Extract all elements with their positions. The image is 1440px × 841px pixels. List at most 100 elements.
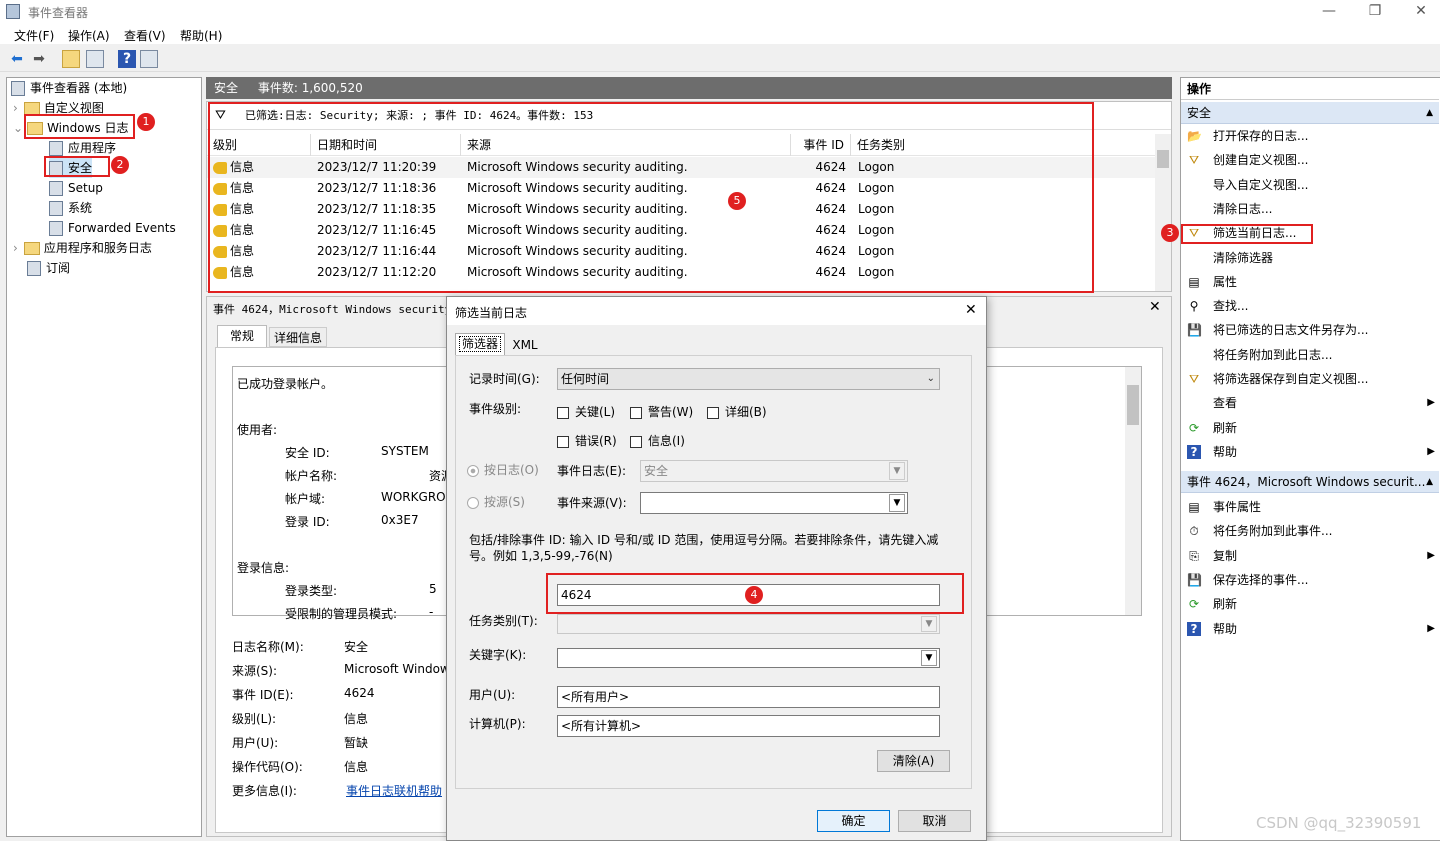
tree-security[interactable]: 安全 <box>49 158 93 178</box>
table-row[interactable]: 信息 2023/12/7 11:16:45 Microsoft Windows se… <box>207 220 1157 241</box>
action-item[interactable]: 💾 保存选择的事件... <box>1181 568 1439 592</box>
forward-icon[interactable]: ➡ <box>30 50 48 68</box>
help-icon[interactable]: ? <box>118 50 136 68</box>
actions-section-security[interactable]: 安全 ▲ <box>1181 102 1439 124</box>
cell-task-category-text: Logon <box>858 244 895 258</box>
section-event-label: 事件 4624，Microsoft Windows securit... <box>1187 475 1426 489</box>
tree-forwarded-events[interactable]: Forwarded Events <box>49 218 176 238</box>
verbose-checkbox[interactable]: 详细(B) <box>707 404 767 420</box>
actions-panel: 操作 安全 ▲ 📂 打开保存的日志... ⛛ 创建自定义视图... 导入自定义视图... 清… <box>1180 77 1440 841</box>
actions-section-event[interactable]: 事件 4624，Microsoft Windows securit... ▲ <box>1181 471 1439 493</box>
event-viewer-icon <box>11 81 25 96</box>
tree-windows-logs[interactable]: ⌄ Windows 日志 <box>13 118 128 138</box>
table-row[interactable]: 信息 2023/12/7 11:18:35 Microsoft Windows se… <box>207 199 1157 220</box>
chevron-right-icon: › <box>13 241 18 255</box>
col-event-id[interactable]: 事件 ID <box>791 134 851 156</box>
cell-task-category-text: Logon <box>858 265 895 279</box>
scroll-thumb[interactable] <box>1127 385 1139 425</box>
tab-xml[interactable]: XML <box>507 335 543 355</box>
action-item[interactable]: ▤ 事件属性 <box>1181 495 1439 519</box>
computer-filter-input[interactable]: <所有计算机> <box>557 715 940 737</box>
tab-general[interactable]: 常规 <box>217 325 267 347</box>
action-item[interactable]: ▤ 属性 <box>1181 270 1439 294</box>
action-item[interactable]: ⟳ 刷新 <box>1181 416 1439 440</box>
col-datetime[interactable]: 日期和时间 <box>311 134 461 156</box>
list-scrollbar[interactable] <box>1155 134 1171 291</box>
action-item[interactable]: 📂 打开保存的日志... <box>1181 124 1439 148</box>
cell-task-category: Logon <box>858 262 894 283</box>
event-source-select[interactable]: ▼ <box>640 492 908 514</box>
back-icon[interactable]: ⬅ <box>8 50 26 68</box>
event-log-select[interactable]: 安全 ▼ <box>640 460 908 482</box>
action-item[interactable]: 清除筛选器 <box>1181 246 1439 270</box>
action-item[interactable]: ? 帮助 ▶ <box>1181 617 1439 641</box>
close-detail-icon[interactable]: ✕ <box>1149 299 1161 315</box>
col-level[interactable]: 级别 <box>207 134 311 156</box>
action-item[interactable]: ? 帮助 ▶ <box>1181 440 1439 464</box>
information-checkbox[interactable]: 信息(I) <box>630 433 685 449</box>
action-item[interactable]: ⟳ 刷新 <box>1181 592 1439 616</box>
table-row[interactable]: 信息 2023/12/7 11:18:36 Microsoft Windows se… <box>207 178 1157 199</box>
action-item[interactable]: ⛛ 创建自定义视图... <box>1181 148 1439 172</box>
col-task-category[interactable]: 任务类别 <box>851 134 1157 156</box>
tree-system[interactable]: 系统 <box>49 198 92 218</box>
action-item[interactable]: ⎘ 复制 ▶ <box>1181 544 1439 568</box>
cancel-button[interactable]: 取消 <box>898 810 971 832</box>
tree-root[interactable]: 事件查看器 (本地) <box>11 78 127 98</box>
logged-select[interactable]: 任何时间 ⌄ <box>557 368 940 390</box>
menu-help[interactable]: 帮助(H) <box>180 27 222 44</box>
action-item[interactable]: 清除日志... <box>1181 197 1439 221</box>
action-item[interactable]: ⛛ 筛选当前日志... <box>1181 221 1439 245</box>
cell-task-category: Logon <box>858 241 894 262</box>
menu-view[interactable]: 查看(V) <box>124 27 166 44</box>
tab-details[interactable]: 详细信息 <box>269 327 327 347</box>
cell-task-category-text: Logon <box>858 223 895 237</box>
message-scrollbar[interactable] <box>1125 367 1141 615</box>
maximize-button[interactable]: ❐ <box>1352 0 1398 24</box>
table-row[interactable]: 信息 2023/12/7 11:20:39 Microsoft Windows se… <box>207 157 1157 178</box>
action-item[interactable]: 💾 将已筛选的日志文件另存为... <box>1181 318 1439 342</box>
critical-checkbox[interactable]: 关键(L) <box>557 404 615 420</box>
action-item[interactable]: 导入自定义视图... <box>1181 173 1439 197</box>
logon-type-label: 登录类型: <box>285 584 338 598</box>
minimize-button[interactable]: — <box>1306 0 1352 24</box>
close-button[interactable]: ✕ <box>1398 0 1440 24</box>
tree-app-service-logs[interactable]: › 应用程序和服务日志 <box>13 238 152 258</box>
table-row[interactable]: 信息 2023/12/7 11:12:20 Microsoft Windows se… <box>207 262 1157 283</box>
action-item[interactable]: ⏱ 将任务附加到此事件... <box>1181 519 1439 543</box>
tree-setup[interactable]: Setup <box>49 178 103 198</box>
col-source[interactable]: 来源 <box>461 134 791 156</box>
action-item[interactable]: ⛛ 将筛选器保存到自定义视图... <box>1181 367 1439 391</box>
refresh-icon: ⟳ <box>1188 420 1200 435</box>
action-item[interactable]: 将任务附加到此日志... <box>1181 343 1439 367</box>
more-info-label: 更多信息(I): <box>232 784 297 798</box>
action-item[interactable]: 查看 ▶ <box>1181 391 1439 415</box>
logged-label: 记录时间(G): <box>469 372 540 386</box>
show-action-pane-icon[interactable] <box>140 50 158 68</box>
online-help-link[interactable]: 事件日志联机帮助 <box>346 782 442 799</box>
scroll-thumb[interactable] <box>1157 150 1169 168</box>
menu-action[interactable]: 操作(A) <box>68 27 110 44</box>
task-category-select[interactable]: ▼ <box>557 614 940 634</box>
tab-filter[interactable]: 筛选器 <box>455 333 505 355</box>
up-folder-icon[interactable] <box>62 50 80 68</box>
dialog-close-icon[interactable]: ✕ <box>965 302 977 318</box>
ok-button[interactable]: 确定 <box>817 810 890 832</box>
tree-custom-views[interactable]: › 自定义视图 <box>13 98 104 118</box>
event-rows: 信息 2023/12/7 11:20:39 Microsoft Windows se… <box>207 157 1157 289</box>
tree-application[interactable]: 应用程序 <box>49 138 116 158</box>
keywords-select[interactable]: ▼ <box>557 648 940 668</box>
warning-checkbox[interactable]: 警告(W) <box>630 404 693 420</box>
clear-button[interactable]: 清除(A) <box>877 750 950 772</box>
action-item[interactable]: ⚲ 查找... <box>1181 294 1439 318</box>
by-source-radio[interactable]: 按源(S) <box>467 494 525 510</box>
error-checkbox[interactable]: 错误(R) <box>557 433 617 449</box>
show-tree-icon[interactable] <box>86 50 104 68</box>
menu-file[interactable]: 文件(F) <box>14 27 54 44</box>
cell-event-id: 4624 <box>791 241 846 262</box>
user-label: 用户(U): <box>232 736 279 750</box>
by-log-radio[interactable]: 按日志(O) <box>467 462 539 478</box>
table-row[interactable]: 信息 2023/12/7 11:16:44 Microsoft Windows se… <box>207 241 1157 262</box>
user-filter-input[interactable]: <所有用户> <box>557 686 940 708</box>
tree-subscriptions[interactable]: 订阅 <box>27 258 70 278</box>
